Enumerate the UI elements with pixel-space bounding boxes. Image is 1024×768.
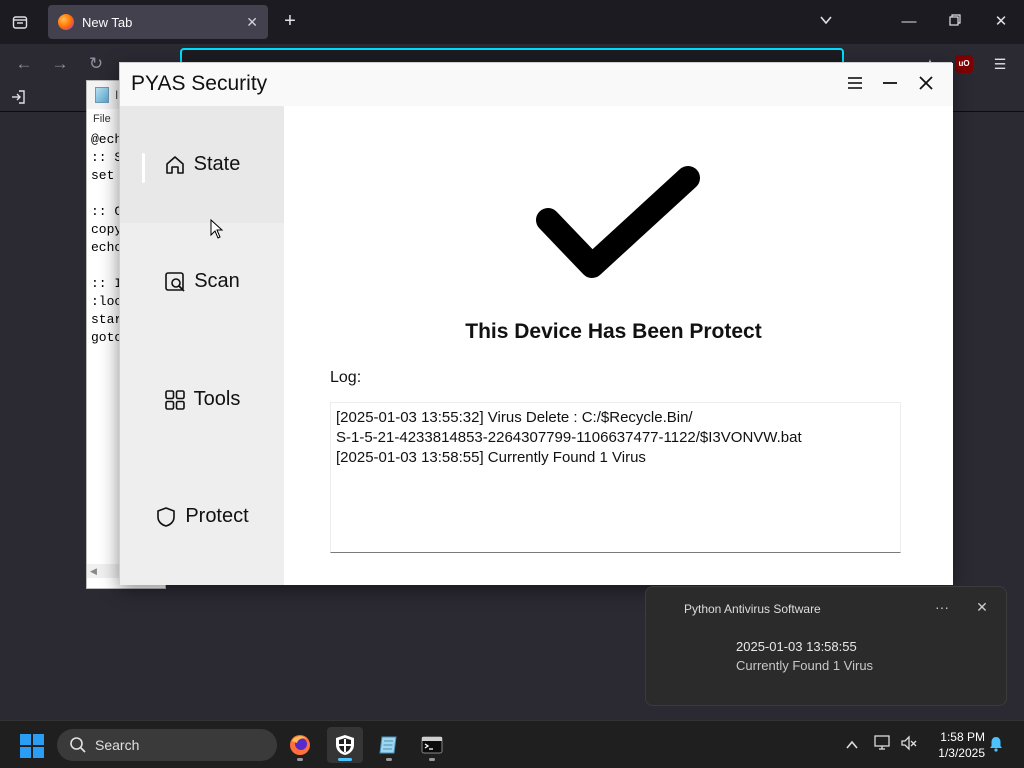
log-text-area[interactable]: [2025-01-03 13:55:32] Virus Delete : C:/… (330, 402, 901, 553)
log-line: [2025-01-03 13:55:32] Virus Delete : C:/… (336, 409, 693, 426)
toast-notification[interactable]: Python Antivirus Software ··· ✕ 2025-01-… (645, 586, 1007, 706)
windows-logo-icon (33, 734, 44, 745)
list-all-tabs-button[interactable] (814, 10, 838, 34)
new-tab-button[interactable]: + (278, 10, 302, 34)
toast-close-button[interactable]: ✕ (972, 599, 992, 616)
pyas-window: PYAS Security State Scan Tools Protect T… (119, 62, 953, 585)
taskbar-search[interactable]: Search (57, 729, 277, 761)
toast-app-name: Python Antivirus Software (684, 602, 821, 616)
minimize-icon: — (901, 13, 917, 30)
reload-icon: ↻ (88, 54, 104, 73)
minimize-button[interactable]: — (897, 10, 921, 34)
log-label: Log: (330, 369, 362, 386)
notification-bell-icon[interactable] (988, 736, 1004, 752)
arrow-right-icon: → (51, 54, 69, 73)
chevron-up-icon (846, 740, 858, 749)
browser-tab-bar: New Tab ✕ + — ✕ (0, 0, 1024, 44)
search-label: Search (95, 737, 140, 753)
running-indicator (429, 758, 435, 761)
close-icon[interactable]: ✕ (246, 14, 258, 31)
log-line: [2025-01-03 13:58:55] Currently Found 1 … (336, 449, 646, 466)
notepad-icon (379, 736, 397, 754)
reload-button[interactable]: ↻ (84, 52, 108, 76)
taskbar-pyas[interactable] (327, 727, 363, 763)
sidebar-item-scan[interactable]: Scan (120, 223, 284, 340)
search-icon (70, 737, 86, 753)
running-indicator (297, 758, 303, 761)
toast-more-button[interactable]: ··· (932, 599, 952, 615)
sidebar-item-tools[interactable]: Tools (120, 341, 284, 458)
taskbar-firefox[interactable] (282, 727, 318, 763)
firefox-icon (290, 735, 310, 755)
clock-time: 1:58 PM (940, 730, 985, 744)
pyas-title: PYAS Security (131, 72, 268, 95)
pyas-minimize-button[interactable] (878, 72, 902, 96)
mouse-cursor-icon (210, 219, 224, 239)
taskbar-clock[interactable]: 1:58 PM 1/3/2025 (925, 729, 985, 761)
windows-logo-icon (20, 734, 31, 745)
network-status-button[interactable] (873, 735, 893, 755)
app-menu-button[interactable]: ☰ (988, 52, 1012, 76)
window-close-button[interactable]: ✕ (989, 10, 1013, 34)
pyas-main-panel: This Device Has Been Protect Log: [2025-… (284, 106, 953, 585)
sidebar-item-state[interactable]: State (120, 106, 284, 223)
plus-icon: + (284, 10, 296, 32)
volume-button[interactable] (899, 735, 919, 755)
chevron-down-icon (820, 16, 832, 25)
sign-in-icon[interactable] (10, 89, 28, 107)
sidebar-item-protect[interactable]: Protect (120, 458, 284, 575)
terminal-icon (421, 736, 443, 754)
taskbar-notepad[interactable] (371, 727, 407, 763)
forward-button[interactable]: → (48, 52, 72, 76)
tools-icon (164, 389, 186, 411)
protection-status-title: This Device Has Been Protect (465, 320, 762, 343)
pyas-sidebar: State Scan Tools Protect (120, 106, 284, 585)
pyas-close-button[interactable] (914, 72, 938, 96)
notepad-icon (95, 87, 109, 103)
taskbar-terminal[interactable] (414, 727, 450, 763)
browser-tab-title: New Tab (82, 14, 133, 30)
close-icon (919, 76, 933, 90)
sidebar-item-label: Protect (185, 505, 249, 527)
windows-logo-icon (33, 747, 44, 758)
running-indicator (386, 758, 392, 761)
toast-line-2: Currently Found 1 Virus (736, 658, 874, 673)
toast-line-1: 2025-01-03 13:58:55 (736, 639, 857, 654)
active-indicator (142, 153, 145, 183)
ublock-extension-icon[interactable]: uO (955, 55, 973, 73)
maximize-button[interactable] (943, 10, 967, 34)
hamburger-menu-icon: ☰ (993, 56, 1007, 72)
close-icon: ✕ (994, 13, 1008, 30)
minimize-icon (883, 82, 897, 84)
checkmark-icon (536, 166, 700, 278)
more-icon: ··· (935, 599, 949, 615)
close-icon: ✕ (976, 599, 988, 615)
volume-muted-icon (901, 735, 917, 751)
pyas-title-bar[interactable]: PYAS Security (120, 63, 953, 106)
home-icon (164, 154, 186, 176)
log-line: S-1-5-21-4233814853-2264307799-110663747… (336, 429, 802, 446)
windows-logo-icon (20, 747, 31, 758)
clock-date: 1/3/2025 (938, 746, 985, 760)
restore-icon (949, 14, 961, 26)
taskbar: Search 1:58 PM 1/3/2025 (0, 720, 1024, 768)
start-button[interactable] (20, 734, 44, 758)
pyas-shield-icon (336, 735, 354, 755)
firefox-logo-icon (58, 14, 74, 30)
sidebar-item-label: Tools (193, 388, 241, 410)
sidebar-item-label: Scan (194, 270, 240, 292)
network-icon (874, 735, 890, 750)
firefox-view-icon[interactable] (8, 10, 32, 34)
pyas-menu-button[interactable] (843, 72, 867, 96)
show-hidden-icons-button[interactable] (842, 735, 862, 755)
scroll-left-icon: ◀ (90, 566, 97, 576)
arrow-left-icon: ← (15, 54, 33, 73)
back-button[interactable]: ← (12, 52, 36, 76)
scan-icon (164, 271, 186, 293)
hamburger-menu-icon (848, 77, 862, 89)
shield-icon (155, 506, 177, 528)
browser-tab[interactable]: New Tab ✕ (48, 5, 268, 39)
active-app-indicator (338, 758, 352, 761)
sidebar-item-label: State (193, 153, 241, 175)
